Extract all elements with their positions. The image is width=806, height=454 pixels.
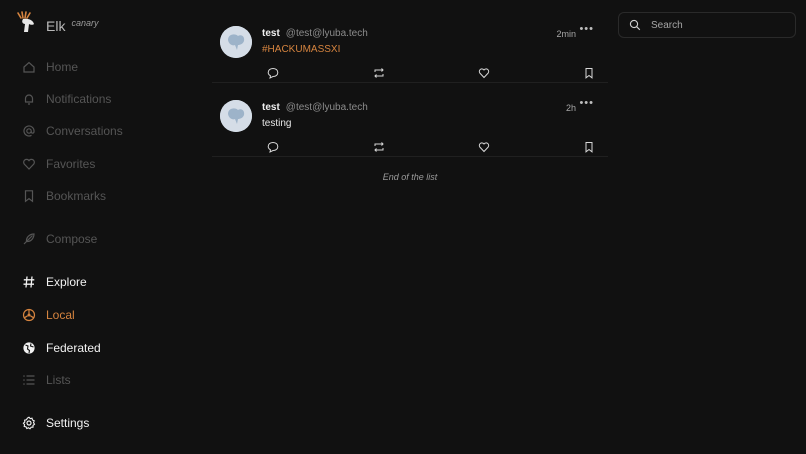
end-of-list-text: End of the list bbox=[382, 172, 438, 182]
sidebar-item-label: Home bbox=[46, 60, 79, 74]
elk-logo-icon bbox=[17, 11, 34, 32]
sidebar-item-bookmarks[interactable]: Bookmarks bbox=[22, 185, 106, 207]
post-actions bbox=[262, 66, 608, 80]
sidebar-item-label: Explore bbox=[46, 275, 87, 289]
home-icon bbox=[22, 60, 36, 74]
more-options-icon[interactable]: ••• bbox=[579, 97, 594, 109]
sidebar-item-label: Federated bbox=[46, 341, 101, 355]
post-header: test @test@lyuba.tech bbox=[262, 102, 368, 113]
app-badge: canary bbox=[71, 18, 99, 28]
post-time[interactable]: 2h bbox=[566, 103, 576, 113]
app-logo[interactable]: Elk canary bbox=[14, 10, 98, 36]
elephant-avatar-icon bbox=[220, 100, 252, 132]
sidebar-item-federated[interactable]: Federated bbox=[22, 337, 101, 359]
sidebar-item-local[interactable]: Local bbox=[22, 304, 75, 326]
heart-icon bbox=[478, 142, 490, 153]
bookmark-icon bbox=[585, 142, 593, 153]
boost-icon bbox=[374, 142, 384, 152]
sidebar-item-favorites[interactable]: Favorites bbox=[22, 153, 95, 175]
boost-icon bbox=[374, 68, 384, 78]
sidebar-item-label: Bookmarks bbox=[46, 189, 107, 203]
elephant-avatar-icon bbox=[220, 26, 252, 58]
heart-icon bbox=[22, 157, 36, 171]
avatar[interactable] bbox=[220, 26, 252, 58]
user-handle[interactable]: @test@lyuba.tech bbox=[286, 28, 368, 39]
list-icon bbox=[22, 373, 36, 387]
bookmark-icon bbox=[22, 189, 36, 203]
gear-icon bbox=[22, 416, 36, 430]
sidebar-item-conversations[interactable]: Conversations bbox=[22, 120, 123, 142]
sidebar-item-explore[interactable]: Explore bbox=[22, 271, 87, 293]
sidebar-item-label: Settings bbox=[46, 416, 90, 430]
reply-icon bbox=[267, 141, 279, 153]
reply-icon bbox=[267, 67, 279, 79]
at-icon bbox=[22, 124, 36, 138]
sidebar-item-notifications[interactable]: Notifications bbox=[22, 88, 111, 110]
sidebar-item-label: Favorites bbox=[46, 157, 96, 171]
display-name[interactable]: test bbox=[262, 28, 280, 39]
avatar[interactable] bbox=[220, 100, 252, 132]
reply-button[interactable] bbox=[266, 66, 280, 80]
hashtag-icon bbox=[22, 275, 36, 289]
bookmark-icon bbox=[585, 68, 593, 79]
user-handle[interactable]: @test@lyuba.tech bbox=[286, 102, 368, 113]
feather-icon bbox=[22, 232, 36, 246]
heart-icon bbox=[478, 68, 490, 79]
display-name[interactable]: test bbox=[262, 102, 280, 113]
reply-button[interactable] bbox=[266, 140, 280, 154]
sidebar-item-label: Lists bbox=[46, 373, 71, 387]
boost-button[interactable] bbox=[372, 140, 386, 154]
favorite-button[interactable] bbox=[477, 140, 491, 154]
bell-icon bbox=[22, 92, 36, 106]
bookmark-button[interactable] bbox=[582, 66, 596, 80]
sidebar-item-label: Compose bbox=[46, 232, 98, 246]
search-box[interactable] bbox=[618, 12, 796, 38]
favorite-button[interactable] bbox=[477, 66, 491, 80]
sidebar-item-label: Notifications bbox=[46, 92, 112, 106]
sidebar-item-label: Conversations bbox=[46, 124, 123, 138]
sidebar-item-settings[interactable]: Settings bbox=[22, 412, 89, 434]
app-name: Elk bbox=[46, 18, 66, 34]
sidebar-item-label: Local bbox=[46, 308, 75, 322]
post-content-hashtag[interactable]: #HACKUMASSXI bbox=[262, 44, 340, 55]
sidebar: Elk canary Home Notifications Conversati… bbox=[0, 0, 210, 454]
sidebar-item-compose[interactable]: Compose bbox=[22, 228, 97, 250]
sidebar-item-lists[interactable]: Lists bbox=[22, 369, 71, 391]
sidebar-item-home[interactable]: Home bbox=[22, 56, 78, 78]
post[interactable]: test @test@lyuba.tech 2h ••• testing bbox=[212, 82, 608, 157]
more-options-icon[interactable]: ••• bbox=[579, 23, 594, 35]
search-input[interactable] bbox=[649, 18, 793, 32]
globe-icon bbox=[22, 341, 36, 355]
local-icon bbox=[22, 308, 36, 322]
post-time[interactable]: 2min bbox=[556, 29, 576, 39]
post-header: test @test@lyuba.tech bbox=[262, 28, 368, 39]
boost-button[interactable] bbox=[372, 66, 386, 80]
post-actions bbox=[262, 140, 608, 154]
search-icon bbox=[629, 19, 641, 31]
post[interactable]: test @test@lyuba.tech 2min ••• #HACKUMAS… bbox=[212, 8, 608, 83]
post-content: testing bbox=[262, 118, 292, 129]
bookmark-button[interactable] bbox=[582, 140, 596, 154]
